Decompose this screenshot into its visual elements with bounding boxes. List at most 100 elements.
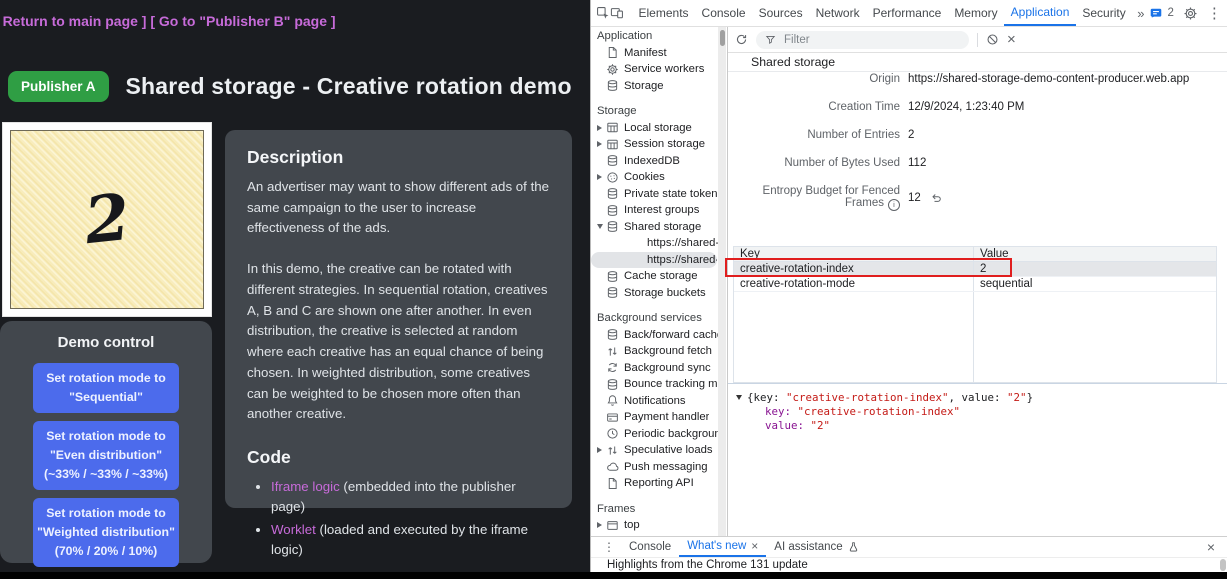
sidebar-item-speculative-loads[interactable]: Speculative loads — [591, 442, 718, 459]
sidebar-item-local-storage[interactable]: Local storage — [591, 120, 718, 137]
sidebar-item-back-forward-cache[interactable]: Back/forward cache — [591, 327, 718, 344]
chevron-right-icon[interactable] — [597, 174, 602, 180]
database-icon — [605, 79, 619, 93]
tab-application[interactable]: Application — [1004, 0, 1076, 26]
devtools-drawer: ⋮ Console What's new× AI assistance × Hi… — [591, 536, 1227, 572]
more-tabs-button[interactable]: » — [1132, 0, 1149, 26]
description-heading: Description — [247, 147, 550, 168]
sidebar-item-top-frame[interactable]: top — [591, 517, 718, 534]
column-header-value[interactable]: Value — [974, 247, 1216, 261]
tab-memory[interactable]: Memory — [948, 0, 1004, 26]
up-down-arrows-icon — [605, 443, 619, 457]
chevron-right-icon[interactable] — [597, 447, 602, 453]
sidebar-scrollbar-thumb[interactable] — [720, 30, 725, 46]
sidebar-item-private-state-tokens[interactable]: Private state tokens — [591, 186, 718, 203]
sidebar-item-payment-handler[interactable]: Payment handler — [591, 409, 718, 426]
ad-creative-hatched-background: 2 — [10, 130, 204, 309]
panel-title: Shared storage — [728, 53, 1227, 72]
worklet-link[interactable]: Worklet — [271, 522, 316, 537]
refresh-icon[interactable] — [735, 33, 748, 46]
sidebar-item-reporting-api[interactable]: Reporting API — [591, 475, 718, 492]
inspect-element-icon[interactable] — [596, 0, 610, 26]
close-filter-icon[interactable]: × — [1007, 32, 1016, 47]
sidebar-item-background-fetch[interactable]: Background fetch — [591, 343, 718, 360]
device-toolbar-icon[interactable] — [610, 0, 624, 26]
metadata-row-number-of-entries: Number of Entries 2 — [728, 129, 914, 141]
chevron-right-icon[interactable] — [597, 125, 602, 131]
sidebar-item-session-storage[interactable]: Session storage — [591, 136, 718, 153]
tab-console[interactable]: Console — [695, 0, 752, 26]
return-to-main-page-link[interactable]: Return to main page — [3, 13, 138, 29]
sidebar-item-cookies[interactable]: Cookies — [591, 169, 718, 186]
reset-budget-icon[interactable] — [930, 192, 942, 204]
tab-network[interactable]: Network — [809, 0, 866, 26]
sidebar-section-application: Application — [591, 28, 718, 45]
sidebar-item-periodic-background-sync[interactable]: Periodic backgroun… — [591, 426, 718, 443]
bell-icon — [605, 394, 619, 408]
table-row-creative-rotation-mode[interactable]: creative-rotation-mode sequential — [734, 277, 1216, 292]
sidebar-item-service-workers[interactable]: Service workers — [591, 61, 718, 78]
expander-triangle-icon[interactable] — [736, 395, 742, 400]
sidebar-item-cache-storage[interactable]: Cache storage — [591, 268, 718, 285]
sidebar-item-push-messaging[interactable]: Push messaging — [591, 459, 718, 476]
sidebar-item-storage-buckets[interactable]: Storage buckets — [591, 285, 718, 302]
bracket: ] — [327, 13, 336, 29]
sidebar-item-indexeddb[interactable]: IndexedDB — [591, 153, 718, 170]
drawer-tab-whats-new[interactable]: What's new× — [679, 537, 766, 557]
whats-new-headline[interactable]: Highlights from the Chrome 131 update — [607, 559, 808, 571]
sidebar-item-shared-storage-origin-1[interactable]: https://shared-storage… — [591, 235, 718, 252]
tab-sources[interactable]: Sources — [752, 0, 809, 26]
tab-security[interactable]: Security — [1076, 0, 1132, 26]
chevron-down-icon[interactable] — [597, 224, 603, 229]
sidebar-item-notifications[interactable]: Notifications — [591, 393, 718, 410]
go-to-publisher-b-link[interactable]: Go to "Publisher B" page — [159, 13, 327, 29]
file-icon — [605, 476, 619, 490]
devtools-body: Application Manifest Service workers Sto… — [591, 27, 1227, 536]
filter-input[interactable] — [782, 33, 960, 47]
sidebar-section-storage: Storage — [591, 103, 718, 120]
sidebar-item-storage[interactable]: Storage — [591, 78, 718, 95]
sidebar-item-interest-groups[interactable]: Interest groups — [591, 202, 718, 219]
sidebar-item-background-sync[interactable]: Background sync — [591, 360, 718, 377]
column-header-key[interactable]: Key — [734, 247, 974, 261]
set-weighted-distribution-mode-button[interactable]: Set rotation mode to "Weighted distribut… — [33, 498, 179, 567]
info-icon[interactable]: i — [888, 199, 900, 211]
issues-button[interactable]: 2 — [1149, 7, 1173, 20]
tab-elements[interactable]: Elements — [632, 0, 695, 26]
publisher-badge: Publisher A — [8, 71, 109, 102]
table-header-row: Key Value — [734, 247, 1216, 262]
ad-creative-frame[interactable]: 2 — [2, 122, 212, 317]
metadata-row-creation-time: Creation Time 12/9/2024, 1:23:40 PM — [728, 101, 1024, 113]
code-list-item: Worklet (loaded and executed by the ifra… — [271, 520, 550, 560]
metadata-row-origin: Origin https://shared-storage-demo-conte… — [728, 73, 1189, 85]
drawer-close-icon[interactable]: × — [1207, 537, 1221, 557]
devtools-menu-icon[interactable]: ⋮ — [1207, 6, 1222, 21]
metadata-row-entropy-budget: Entropy Budget for Fenced Framesi 12 — [728, 185, 942, 211]
iframe-logic-link[interactable]: Iframe logic — [271, 479, 340, 494]
close-tab-icon[interactable]: × — [751, 539, 758, 553]
settings-gear-icon[interactable] — [1183, 6, 1198, 21]
sidebar-item-manifest[interactable]: Manifest — [591, 45, 718, 62]
table-icon — [605, 137, 619, 151]
sidebar-item-bounce-tracking[interactable]: Bounce tracking miti… — [591, 376, 718, 393]
table-row-creative-rotation-index[interactable]: creative-rotation-index 2 — [734, 262, 1216, 277]
drawer-menu-icon[interactable]: ⋮ — [597, 537, 621, 557]
set-even-distribution-mode-button[interactable]: Set rotation mode to "Even distribution"… — [33, 421, 179, 490]
drawer-scrollbar-thumb[interactable] — [1220, 559, 1226, 571]
drawer-tab-ai-assistance[interactable]: AI assistance — [766, 537, 866, 557]
database-icon — [605, 328, 619, 342]
preview-value-property: value: "2" — [736, 419, 1227, 433]
filter-box[interactable] — [756, 31, 969, 49]
sidebar-scrollbar-track — [718, 27, 726, 536]
sidebar-item-shared-storage[interactable]: Shared storage — [591, 219, 718, 236]
database-icon — [605, 187, 619, 201]
tab-performance[interactable]: Performance — [866, 0, 948, 26]
sidebar-item-shared-storage-origin-2[interactable]: https://shared-storage… — [591, 252, 717, 269]
set-sequential-mode-button[interactable]: Set rotation mode to "Sequential" — [33, 363, 179, 413]
chevron-right-icon[interactable] — [597, 522, 602, 528]
devtools-tabbar: Elements Console Sources Network Perform… — [591, 0, 1227, 27]
sidebar-section-frames: Frames — [591, 501, 718, 518]
clear-all-icon[interactable] — [986, 33, 999, 46]
drawer-tab-console[interactable]: Console — [621, 537, 679, 557]
chevron-right-icon[interactable] — [597, 141, 602, 147]
